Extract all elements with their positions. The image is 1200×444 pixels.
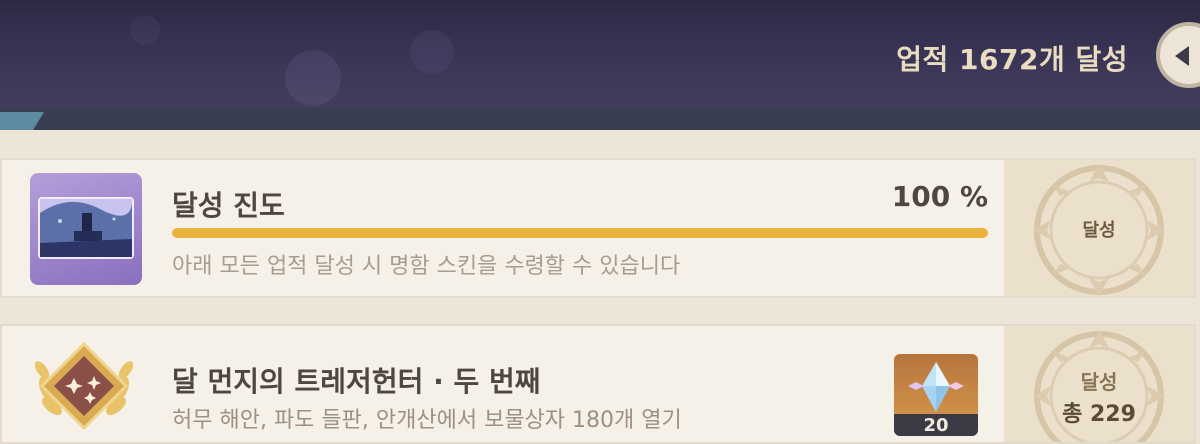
achievement-title: 달 먼지의 트레저헌터 · 두 번째 <box>172 365 541 398</box>
reward-item[interactable]: 20 <box>894 354 978 436</box>
status-emblem-area: 달성 <box>1004 160 1194 296</box>
achievements-count: 업적 1672개 달성 <box>896 43 1128 76</box>
progress-bar <box>172 228 988 238</box>
total-count: 총 229 <box>1062 402 1136 427</box>
laurel-badge-icon <box>34 341 134 431</box>
status-label: 달성 <box>1080 370 1118 394</box>
status-label: 달성 <box>1082 220 1116 241</box>
reward-count: 20 <box>894 414 978 436</box>
header-ribbon <box>0 108 1200 130</box>
chevron-left-icon <box>1175 46 1189 66</box>
progress-bar-fill <box>172 228 988 238</box>
progress-description: 아래 모든 업적 달성 시 명함 스킨을 수령할 수 있습니다 <box>172 254 681 279</box>
primogem-icon <box>908 362 964 412</box>
progress-percent: 100 % <box>891 180 988 213</box>
progress-title: 달성 진도 <box>172 189 285 222</box>
back-button[interactable] <box>1156 22 1200 88</box>
namecard-thumbnail <box>30 173 142 285</box>
achievement-description: 허무 해안, 파도 들판, 안개산에서 보물상자 180개 열기 <box>172 408 682 433</box>
namecard-image <box>38 197 134 259</box>
status-emblem-area: 달성 총 229 <box>1004 326 1194 442</box>
